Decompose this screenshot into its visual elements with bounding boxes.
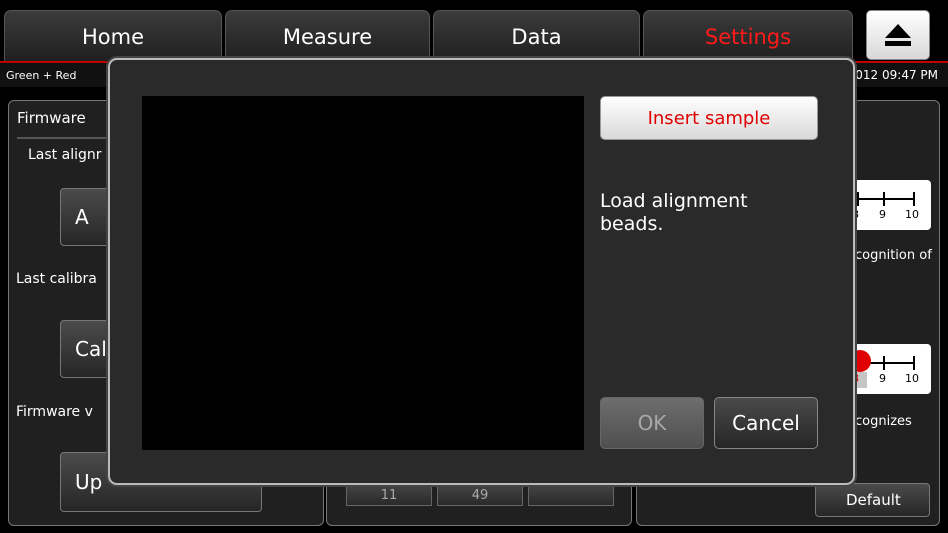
alignment-dialog: Insert sample Load alignment beads. OK C… bbox=[108, 58, 855, 485]
middle-button-1-label: 11 bbox=[380, 487, 398, 503]
slider-number: 9 bbox=[879, 208, 886, 221]
slider-tick bbox=[857, 192, 859, 206]
align-button-label: A bbox=[75, 205, 89, 229]
camera-preview bbox=[142, 96, 584, 450]
tab-home[interactable]: Home bbox=[4, 10, 222, 62]
threshold-slider-2[interactable]: 8 9 10 bbox=[849, 344, 931, 394]
slider-tick bbox=[913, 192, 915, 206]
tab-home-label: Home bbox=[81, 24, 144, 49]
firmware-panel-title: Firmware bbox=[17, 109, 86, 127]
middle-button-3[interactable] bbox=[528, 484, 614, 506]
recognizes-label: cognizes bbox=[855, 414, 912, 429]
ok-button-label: OK bbox=[637, 411, 667, 435]
recognition-label: cognition of bbox=[855, 248, 932, 263]
last-calibration-label: Last calibra bbox=[16, 271, 97, 287]
insert-sample-label: Insert sample bbox=[647, 107, 771, 129]
slider-number: 10 bbox=[905, 208, 919, 221]
middle-button-1[interactable]: 11 bbox=[346, 484, 432, 506]
tab-settings[interactable]: Settings bbox=[643, 10, 853, 62]
slider-tick bbox=[883, 356, 885, 370]
tab-data[interactable]: Data bbox=[433, 10, 640, 62]
eject-icon bbox=[885, 24, 911, 46]
firmware-version-label: Firmware v bbox=[16, 404, 93, 420]
threshold-slider-1[interactable]: 8 9 10 bbox=[849, 180, 931, 230]
ok-button[interactable]: OK bbox=[600, 397, 704, 449]
slider-number: 10 bbox=[905, 372, 919, 385]
last-alignment-label: Last alignr bbox=[28, 147, 102, 163]
slider-tick bbox=[883, 192, 885, 206]
instruction-text: Load alignment beads. bbox=[600, 190, 748, 235]
insert-sample-button[interactable]: Insert sample bbox=[600, 96, 818, 140]
datetime-label: 2012 09:47 PM bbox=[847, 68, 938, 82]
tab-settings-label: Settings bbox=[704, 24, 792, 49]
slider-tick bbox=[913, 356, 915, 370]
calibrate-button-label: Cali bbox=[75, 337, 113, 361]
middle-button-2-label: 49 bbox=[471, 487, 489, 503]
update-firmware-button-label: Up bbox=[75, 470, 103, 494]
middle-button-2[interactable]: 49 bbox=[437, 484, 523, 506]
cancel-button-label: Cancel bbox=[732, 411, 800, 435]
tab-bar: Home Measure Data Settings bbox=[0, 0, 948, 62]
default-button[interactable]: Default bbox=[815, 483, 930, 517]
tab-data-label: Data bbox=[511, 24, 562, 49]
cancel-button[interactable]: Cancel bbox=[714, 397, 818, 449]
tab-measure-label: Measure bbox=[282, 24, 373, 49]
tab-measure[interactable]: Measure bbox=[225, 10, 430, 62]
slider-number: 9 bbox=[879, 372, 886, 385]
default-button-label: Default bbox=[846, 491, 901, 509]
eject-button[interactable] bbox=[866, 10, 930, 60]
channel-mode-label: Green + Red bbox=[6, 69, 77, 82]
